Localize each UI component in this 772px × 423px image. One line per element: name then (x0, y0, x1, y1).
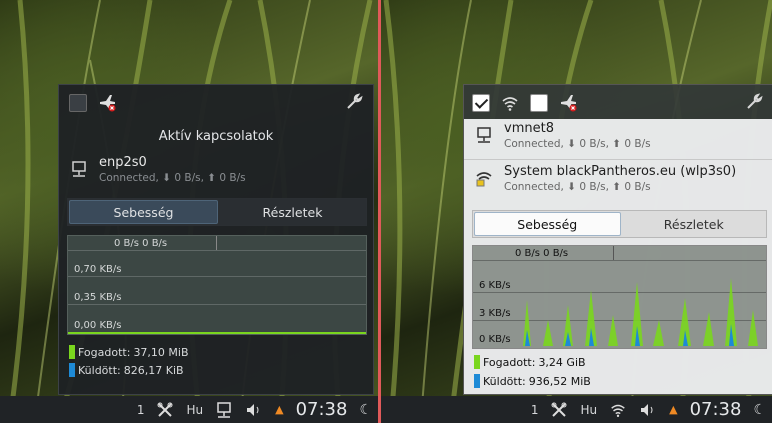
legend-sent-label: Küldött: (78, 363, 121, 377)
network-popup: Aktív kapcsolatok enp2s0 Connected, ⬇ 0 … (58, 84, 374, 395)
list-separator (464, 159, 772, 160)
connection-name: vmnet8 (504, 121, 554, 136)
legend-received-label: Fogadott: (78, 345, 131, 359)
received-swatch (474, 355, 480, 369)
tab-speed[interactable]: Sebesség (69, 200, 218, 224)
taskbar: 1 Hu ▲ 07:38 ☾ (0, 396, 378, 423)
tab-details[interactable]: Részletek (622, 211, 767, 237)
y-label: 0 KB/s (479, 334, 511, 345)
connection-item-enp2s0[interactable]: enp2s0 Connected, ⬇ 0 B/s, ⬆ 0 B/s (69, 155, 246, 184)
airplane-mode-icon[interactable] (558, 93, 578, 113)
tab-details[interactable]: Részletek (219, 199, 366, 225)
night-mode-icon[interactable]: ☾ (753, 402, 766, 418)
toolbar (69, 93, 117, 113)
left-screenshot: Aktív kapcsolatok enp2s0 Connected, ⬇ 0 … (0, 0, 378, 423)
wired-network-icon (72, 161, 86, 177)
connection-item-vmnet8[interactable]: vmnet8 Connected, ⬇ 0 B/s, ⬆ 0 B/s (474, 121, 651, 150)
detail-tabs: Sebesség Részletek (67, 198, 367, 226)
wifi-icon[interactable] (500, 93, 520, 113)
connection-status: Connected, ⬇ 0 B/s, ⬆ 0 B/s (99, 172, 246, 184)
kde-connect-icon[interactable] (550, 401, 568, 419)
connection-name: System blackPantheros.eu (wlp3s0) (504, 164, 737, 179)
wired-toggle-checkbox[interactable] (472, 94, 490, 112)
connection-name: enp2s0 (99, 155, 147, 170)
settings-wrench-icon[interactable] (345, 93, 363, 111)
wifi-icon[interactable] (609, 401, 627, 419)
wifi-toggle-checkbox[interactable] (530, 94, 548, 112)
expand-tray-icon[interactable]: ▲ (275, 403, 283, 416)
settings-wrench-icon[interactable] (745, 93, 763, 111)
keyboard-layout[interactable]: Hu (186, 403, 203, 417)
speed-graph: 0 B/s 0 B/s 0,70 KB/s 0,35 KB/s 0,00 KB/… (67, 235, 367, 335)
sent-swatch (69, 363, 75, 377)
received-swatch (69, 345, 75, 359)
graph-header: 0 B/s 0 B/s (515, 248, 569, 259)
expand-tray-icon[interactable]: ▲ (669, 403, 677, 416)
airplane-mode-icon[interactable] (97, 93, 117, 113)
received-series-line (68, 332, 366, 334)
desktop-pager[interactable]: 1 (137, 403, 145, 417)
connection-item-wlp3s0[interactable]: System blackPantheros.eu (wlp3s0) Connec… (474, 164, 736, 193)
legend-received: Fogadott: 37,10 MiB (69, 345, 189, 359)
sent-swatch (474, 374, 480, 388)
connection-status: Connected, ⬇ 0 B/s, ⬆ 0 B/s (504, 138, 651, 150)
y-label: 3 KB/s (479, 308, 511, 319)
detail-tabs: Sebesség Részletek (472, 210, 767, 238)
grid-line (68, 276, 366, 277)
clock[interactable]: 07:38 (690, 399, 742, 420)
keyboard-layout[interactable]: Hu (580, 403, 597, 417)
y-label: 0,00 KB/s (74, 320, 122, 331)
graph-header: 0 B/s 0 B/s (114, 238, 168, 249)
clock[interactable]: 07:38 (296, 399, 348, 420)
night-mode-icon[interactable]: ☾ (359, 402, 372, 418)
legend-sent-value: 826,17 KiB (123, 363, 184, 377)
wifi-secured-icon (476, 172, 492, 187)
legend-sent: Küldött: 826,17 KiB (69, 363, 184, 377)
active-connections-heading: Aktív kapcsolatok (158, 129, 274, 144)
grid-line (68, 250, 366, 251)
graph-header-divider (613, 246, 614, 260)
wired-network-icon[interactable] (215, 401, 233, 419)
legend-sent-label: Küldött: (483, 374, 526, 388)
legend-sent-value: 936,52 MiB (528, 374, 591, 388)
connection-status: Connected, ⬇ 0 B/s, ⬆ 0 B/s (504, 181, 651, 193)
y-label: 6 KB/s (479, 280, 511, 291)
wired-network-icon (477, 127, 491, 143)
traffic-spikes (513, 278, 772, 346)
legend-received: Fogadott: 3,24 GiB (474, 355, 586, 369)
volume-icon[interactable] (245, 401, 263, 419)
volume-icon[interactable] (639, 401, 657, 419)
legend-received-value: 37,10 MiB (133, 345, 189, 359)
graph-header-divider (216, 236, 217, 250)
taskbar: 1 Hu ▲ 07:38 ☾ (381, 396, 772, 423)
y-label: 0,35 KB/s (74, 292, 122, 303)
right-screenshot: vmnet8 Connected, ⬇ 0 B/s, ⬆ 0 B/s Syste… (381, 0, 772, 423)
desktop-pager[interactable]: 1 (531, 403, 539, 417)
grid-line (68, 304, 366, 305)
y-label: 0,70 KB/s (74, 264, 122, 275)
tab-speed[interactable]: Sebesség (474, 212, 621, 236)
toolbar (472, 93, 578, 113)
speed-graph: 0 B/s 0 B/s 6 KB/s 3 KB/s 0 KB/s (472, 245, 772, 349)
legend-received-value: 3,24 GiB (538, 355, 586, 369)
network-popup: vmnet8 Connected, ⬇ 0 B/s, ⬆ 0 B/s Syste… (463, 84, 772, 395)
legend-received-label: Fogadott: (483, 355, 536, 369)
kde-connect-icon[interactable] (156, 401, 174, 419)
legend-sent: Küldött: 936,52 MiB (474, 374, 591, 388)
wired-toggle-checkbox[interactable] (69, 94, 87, 112)
